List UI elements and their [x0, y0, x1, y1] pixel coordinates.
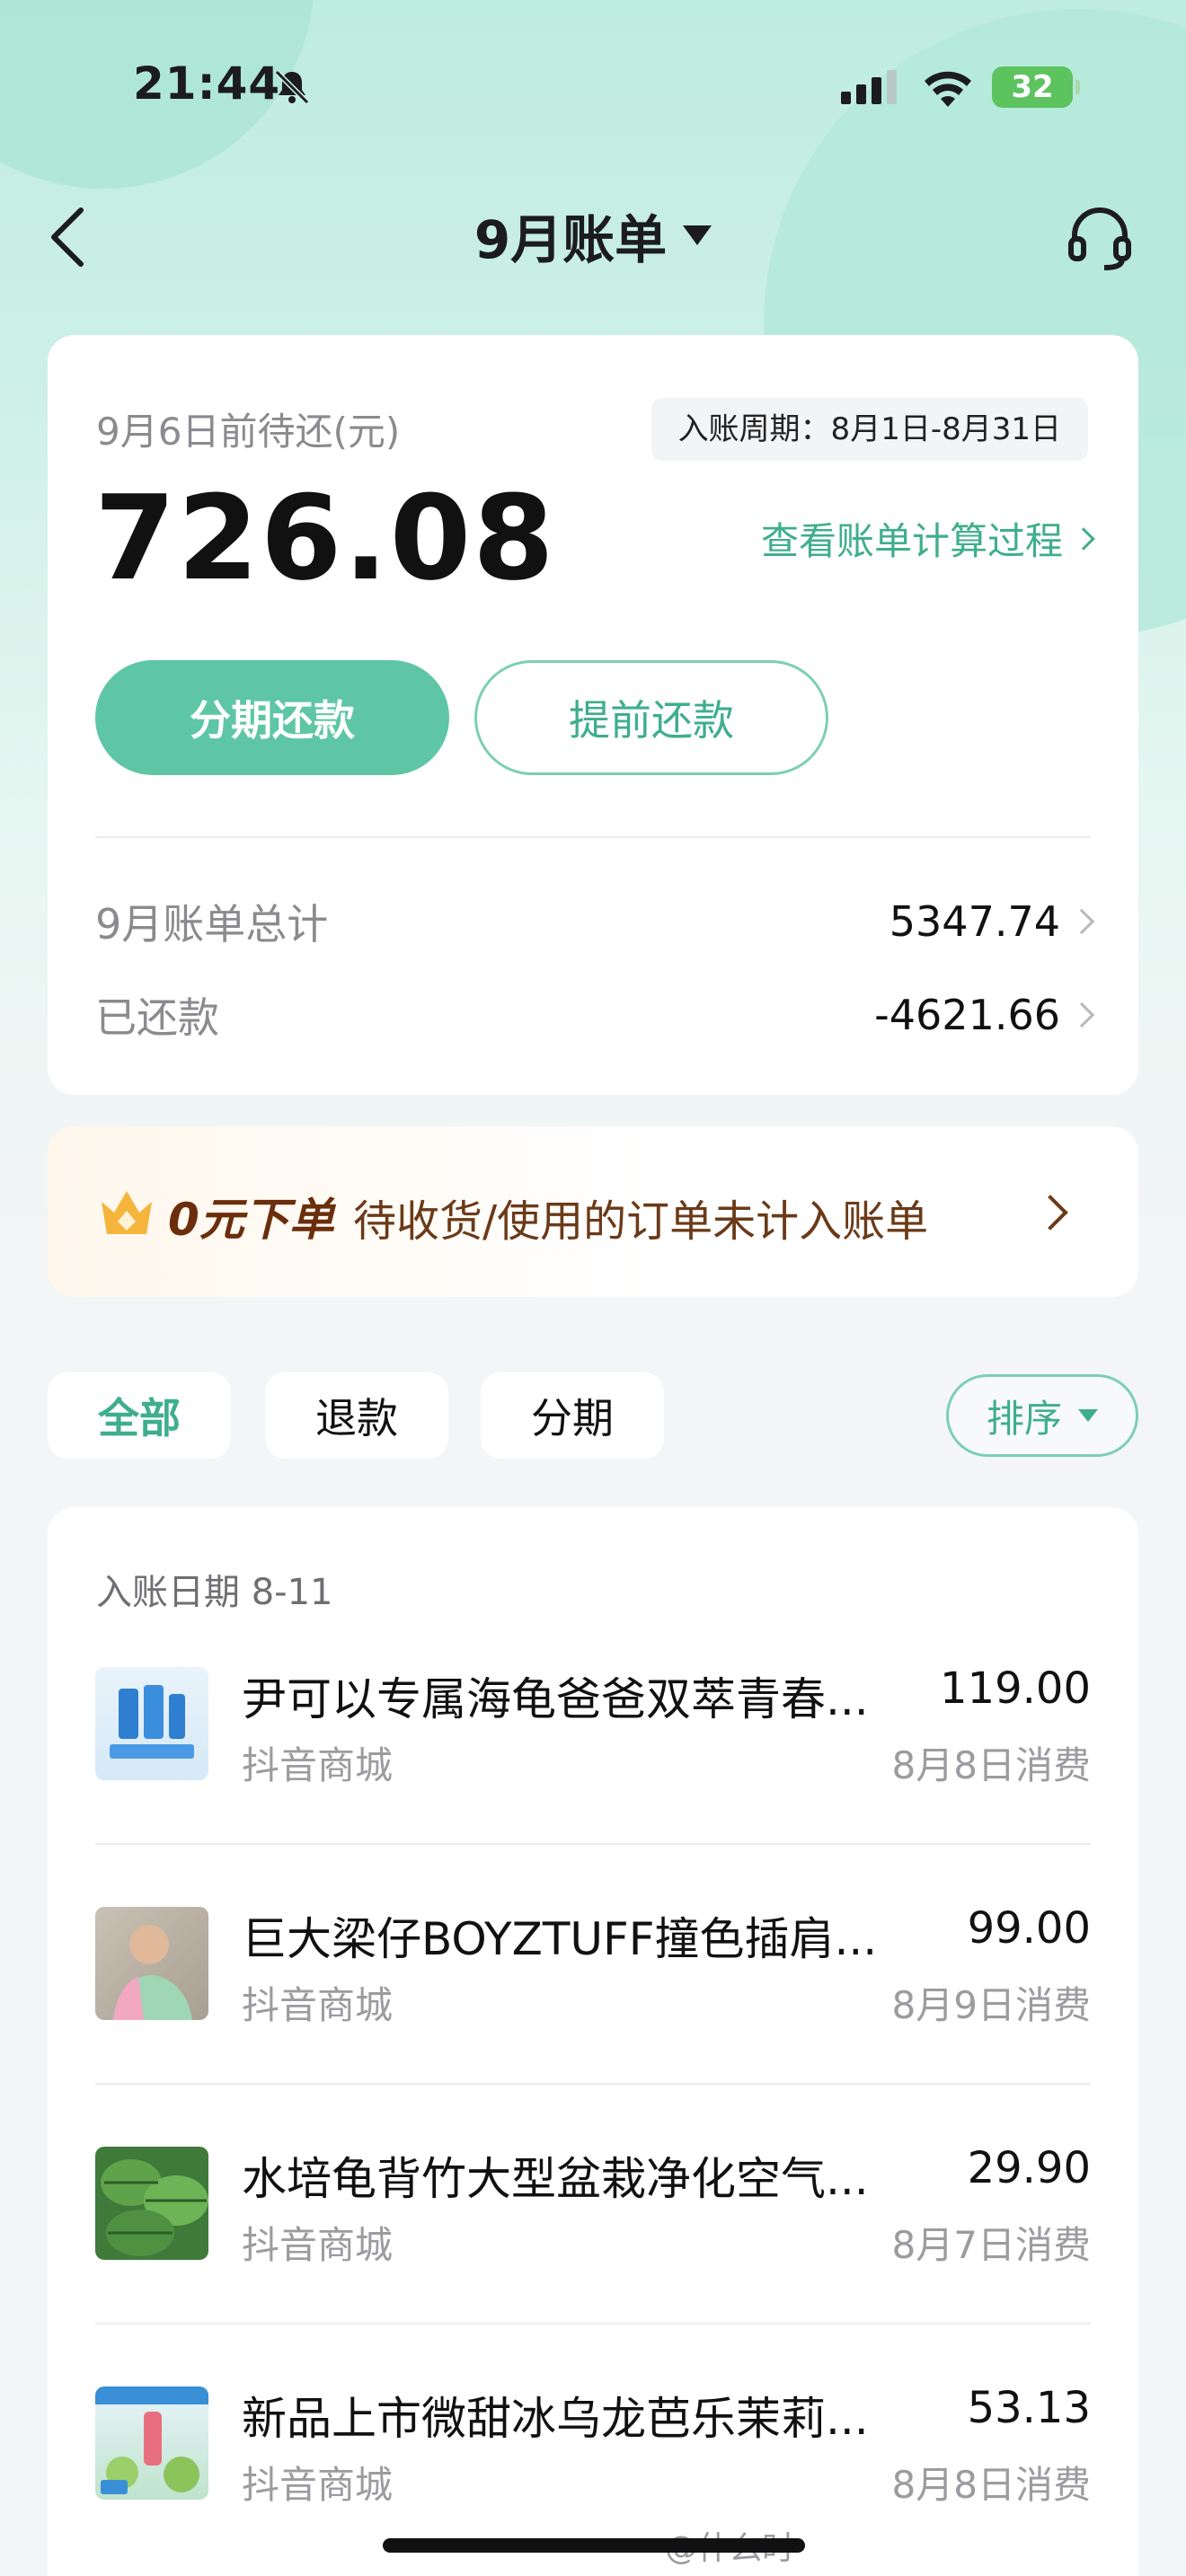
- chevron-right-icon: [1068, 908, 1095, 935]
- bell-muted-icon: [274, 69, 310, 105]
- item-shop: 抖音商城: [242, 2223, 394, 2267]
- item-name: 巨大梁仔BOYZTUFF撞色插肩...: [242, 1913, 878, 1965]
- product-thumbnail: [95, 1667, 208, 1780]
- caret-down-icon: [1078, 1409, 1098, 1422]
- item-price: 53.13: [967, 2383, 1091, 2433]
- item-shop: 抖音商城: [242, 1983, 394, 2027]
- bill-total-value: 5347.74: [889, 897, 1060, 946]
- product-thumbnail: [95, 1907, 208, 2020]
- view-calculation-label: 查看账单计算过程: [760, 519, 1063, 563]
- due-date-label: 9月6日前待还(元): [96, 410, 401, 454]
- page-title: 9月账单: [474, 209, 668, 270]
- view-calculation-link[interactable]: 查看账单计算过程: [760, 511, 1095, 566]
- tab-installment[interactable]: 分期: [481, 1372, 664, 1459]
- entry-date-header: 入账日期 8-11: [96, 1572, 333, 1613]
- repaid-row[interactable]: 已还款 -4621.66: [95, 984, 1095, 1046]
- list-item[interactable]: 水培龟背竹大型盆栽净化空气... 29.90 抖音商城 8月7日消费: [48, 2143, 1138, 2386]
- item-date: 8月9日消费: [891, 1983, 1091, 2027]
- home-indicator[interactable]: [383, 2538, 805, 2553]
- repaid-value: -4621.66: [874, 991, 1060, 1039]
- customer-service-icon[interactable]: [1066, 205, 1134, 273]
- month-selector[interactable]: 9月账单: [449, 199, 737, 271]
- promo-title: 0元下单: [168, 1194, 334, 1246]
- item-date: 8月8日消费: [891, 1743, 1091, 1787]
- billing-period-badge: 入账周期：8月1日-8月31日: [651, 398, 1088, 461]
- tab-refund[interactable]: 退款: [265, 1372, 448, 1459]
- chevron-right-icon: [1072, 526, 1095, 551]
- list-item[interactable]: 巨大梁仔BOYZTUFF撞色插肩... 99.00 抖音商城 8月9日消费: [48, 1903, 1138, 2146]
- divider: [95, 836, 1091, 838]
- transaction-list: 入账日期 8-11 尹可以专属海龟爸爸双萃青春... 119.00 抖音商城 8…: [48, 1507, 1138, 2576]
- caret-down-icon: [683, 225, 712, 245]
- crown-icon: [102, 1191, 152, 1234]
- item-price: 29.90: [967, 2143, 1091, 2193]
- promo-text: 待收货/使用的订单未计入账单: [353, 1196, 929, 1247]
- back-arrow-icon[interactable]: [47, 205, 90, 269]
- item-name: 水培龟背竹大型盆栽净化空气...: [242, 2153, 869, 2205]
- status-time: 21:44: [133, 57, 281, 110]
- divider: [95, 2083, 1091, 2085]
- divider: [95, 1843, 1091, 1845]
- item-price: 99.00: [967, 1903, 1091, 1954]
- early-repay-button[interactable]: 提前还款: [474, 660, 828, 775]
- installment-repay-button[interactable]: 分期还款: [95, 660, 449, 775]
- item-name: 新品上市微甜冰乌龙芭乐茉莉...: [242, 2393, 869, 2445]
- product-thumbnail: [95, 2147, 208, 2260]
- bill-total-label: 9月账单总计: [95, 900, 329, 948]
- bill-total-row[interactable]: 9月账单总计 5347.74: [95, 890, 1095, 953]
- due-amount: 726.08: [94, 470, 556, 606]
- wifi-icon: [925, 71, 971, 107]
- item-price: 119.00: [940, 1663, 1091, 1714]
- status-bar: 21:44 32: [0, 0, 1186, 171]
- list-item[interactable]: 尹可以专属海龟爸爸双萃青春... 119.00 抖音商城 8月8日消费: [48, 1663, 1138, 1906]
- item-date: 8月8日消费: [891, 2463, 1091, 2507]
- tab-all[interactable]: 全部: [48, 1372, 231, 1459]
- bill-summary-card: 9月6日前待还(元) 入账周期：8月1日-8月31日 726.08 查看账单计算…: [48, 335, 1138, 1095]
- item-date: 8月7日消费: [891, 2223, 1091, 2267]
- repaid-label: 已还款: [95, 993, 219, 1042]
- item-shop: 抖音商城: [242, 2463, 394, 2507]
- cellular-signal-icon: [841, 70, 897, 104]
- sort-label: 排序: [986, 1396, 1062, 1441]
- divider: [95, 2323, 1091, 2325]
- sort-button[interactable]: 排序: [946, 1374, 1138, 1457]
- item-name: 尹可以专属海龟爸爸双萃青春...: [242, 1673, 869, 1725]
- chevron-right-icon: [1068, 1001, 1095, 1028]
- product-thumbnail: [95, 2386, 208, 2500]
- battery-indicator: 32: [992, 66, 1080, 108]
- zero-yuan-order-banner[interactable]: 0元下单 待收货/使用的订单未计入账单: [48, 1126, 1138, 1297]
- chevron-right-icon: [1032, 1195, 1068, 1231]
- item-shop: 抖音商城: [242, 1743, 394, 1787]
